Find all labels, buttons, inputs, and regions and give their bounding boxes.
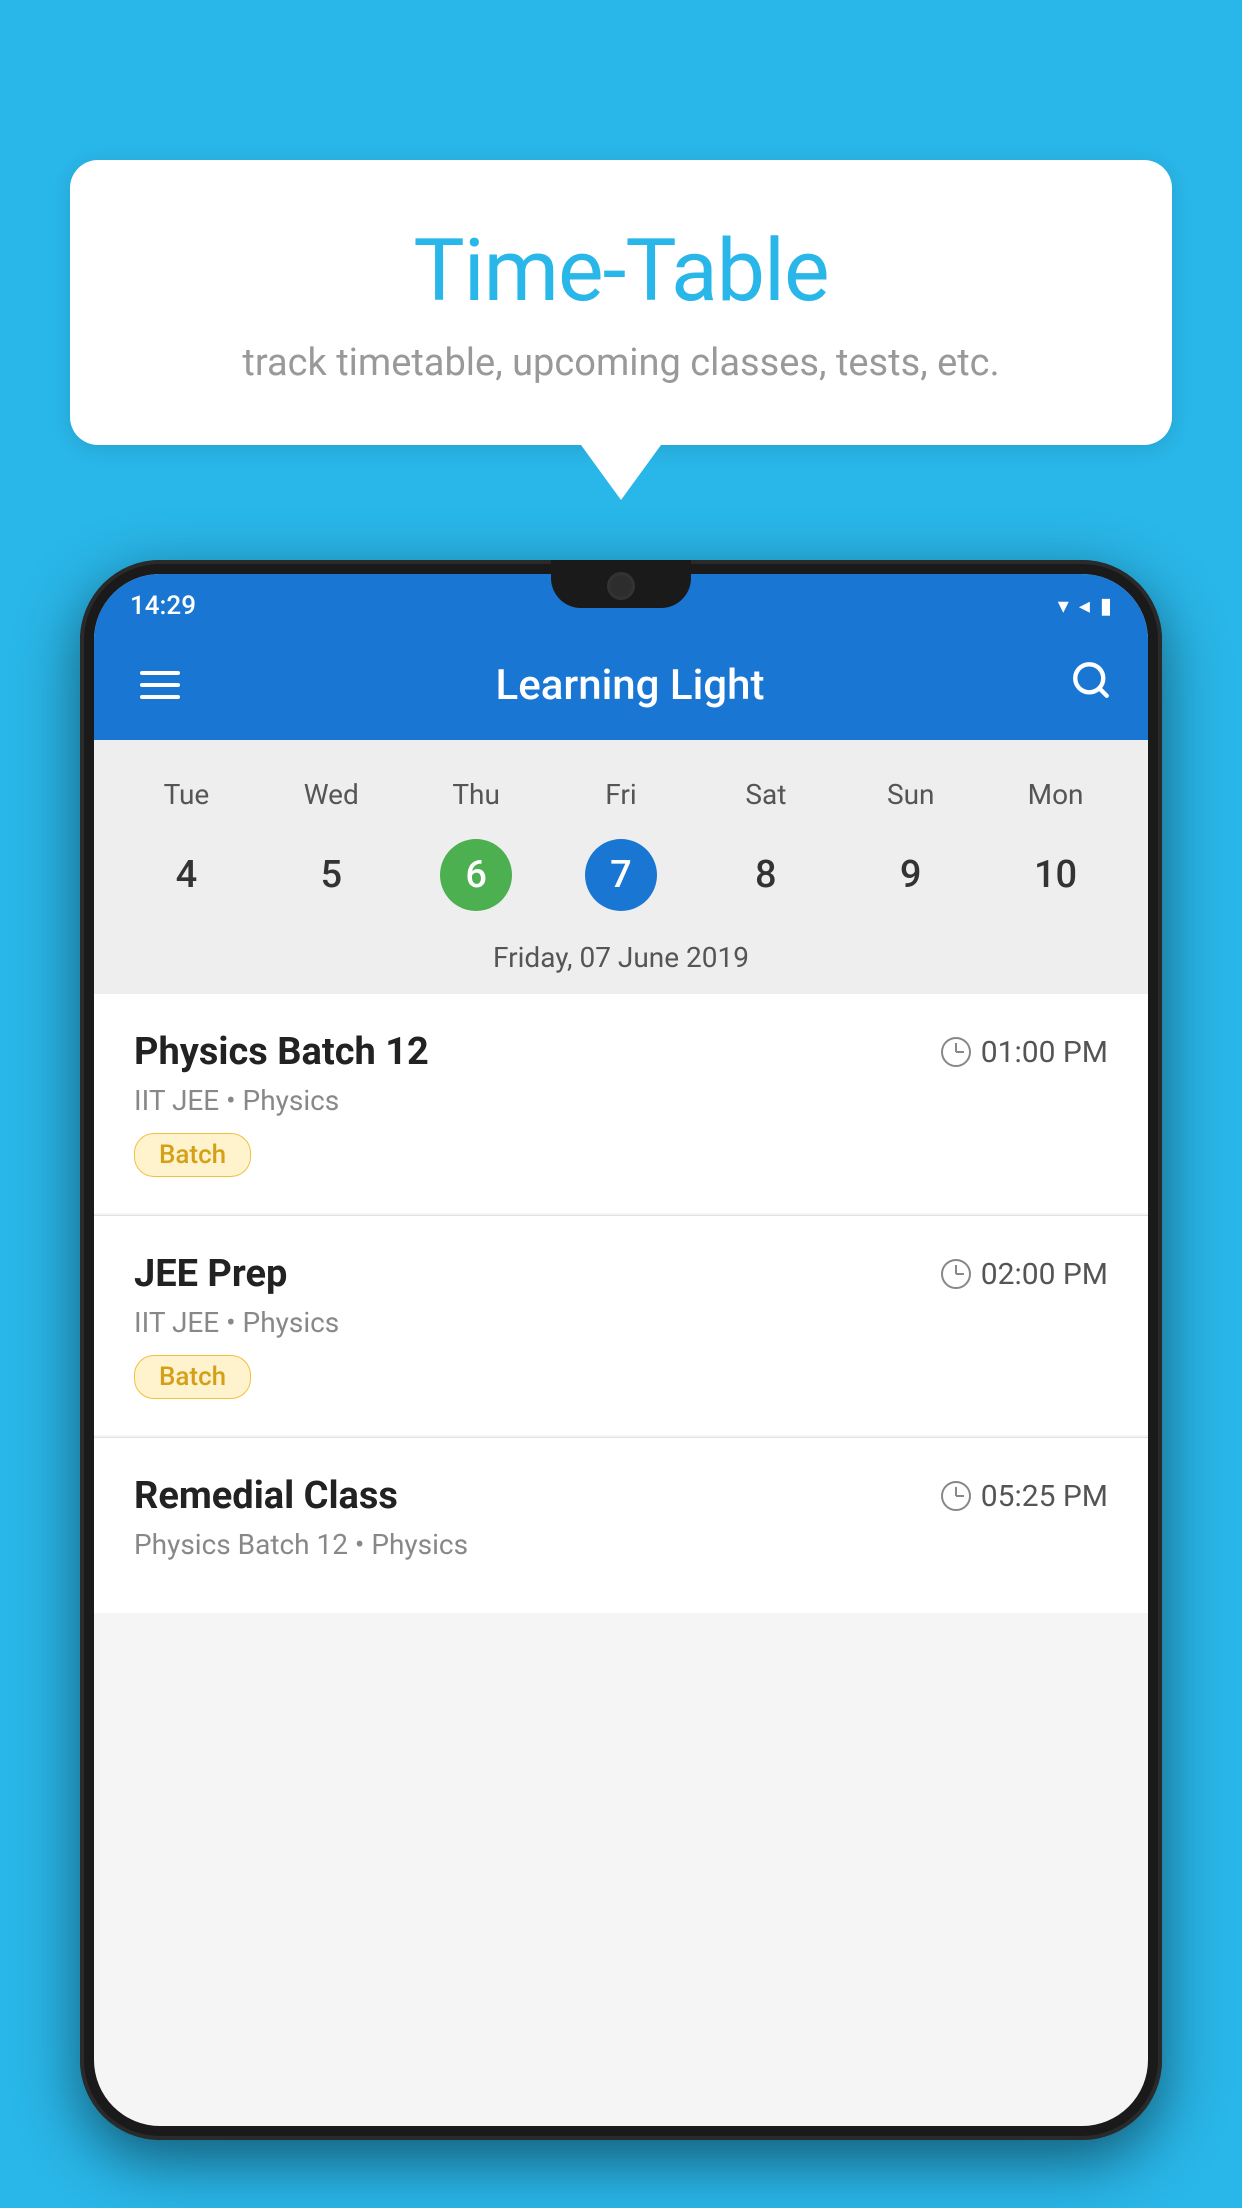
speech-bubble-arrow xyxy=(581,445,661,500)
calendar-day-wed: Wed xyxy=(259,770,404,819)
calendar-date-8[interactable]: 8 xyxy=(693,829,838,921)
schedule-item-3-subtitle: Physics Batch 12 • Physics xyxy=(134,1528,1108,1561)
calendar-date-7[interactable]: 7 xyxy=(549,829,694,921)
schedule-item-3-time: 05:25 PM xyxy=(941,1479,1108,1514)
calendar-date-number-5: 5 xyxy=(295,839,367,911)
calendar-day-thu: Thu xyxy=(404,770,549,819)
schedule-item-1-tag: Batch xyxy=(134,1133,251,1177)
schedule-item-1-time: 01:00 PM xyxy=(941,1035,1108,1070)
calendar-day-sat: Sat xyxy=(693,770,838,819)
search-button[interactable] xyxy=(1070,659,1112,712)
calendar-date-number-4: 4 xyxy=(150,839,222,911)
schedule-item-2-tag: Batch xyxy=(134,1355,251,1399)
phone-frame: 14:29 ▾ ◂ ▮ Learning Light xyxy=(80,560,1162,2140)
calendar-date-6[interactable]: 6 xyxy=(404,829,549,921)
calendar-date-9[interactable]: 9 xyxy=(838,829,983,921)
schedule-item-2-time: 02:00 PM xyxy=(941,1257,1108,1292)
calendar-days-header: Tue Wed Thu Fri Sat Sun Mon xyxy=(94,760,1148,829)
schedule-item-1-title: Physics Batch 12 xyxy=(134,1030,429,1074)
page-subtitle: track timetable, upcoming classes, tests… xyxy=(150,341,1092,385)
calendar-day-tue: Tue xyxy=(114,770,259,819)
phone-container: 14:29 ▾ ◂ ▮ Learning Light xyxy=(80,560,1162,2140)
calendar-date-number-10: 10 xyxy=(1020,839,1092,911)
clock-icon-2 xyxy=(941,1259,971,1289)
schedule-item-2-subtitle: IIT JEE • Physics xyxy=(134,1306,1108,1339)
calendar-dates: 4 5 6 7 8 9 xyxy=(94,829,1148,931)
menu-line-1 xyxy=(140,671,180,675)
phone-notch xyxy=(551,560,691,608)
calendar-date-number-6: 6 xyxy=(440,839,512,911)
calendar-date-5[interactable]: 5 xyxy=(259,829,404,921)
menu-button[interactable] xyxy=(130,661,190,709)
schedule-item-1-time-label: 01:00 PM xyxy=(981,1035,1108,1070)
calendar-date-4[interactable]: 4 xyxy=(114,829,259,921)
phone-screen: 14:29 ▾ ◂ ▮ Learning Light xyxy=(94,574,1148,2126)
app-bar: Learning Light xyxy=(94,630,1148,740)
clock-icon-1 xyxy=(941,1037,971,1067)
calendar-date-number-8: 8 xyxy=(730,839,802,911)
calendar-date-number-7: 7 xyxy=(585,839,657,911)
schedule-item-2-header: JEE Prep 02:00 PM xyxy=(134,1252,1108,1296)
schedule-item-3-title: Remedial Class xyxy=(134,1474,398,1518)
schedule-item-1-header: Physics Batch 12 01:00 PM xyxy=(134,1030,1108,1074)
calendar-day-sun: Sun xyxy=(838,770,983,819)
status-icons: ▾ ◂ ▮ xyxy=(1058,594,1112,619)
schedule-item-1[interactable]: Physics Batch 12 01:00 PM IIT JEE • Phys… xyxy=(94,994,1148,1213)
schedule-item-2-title: JEE Prep xyxy=(134,1252,287,1296)
calendar-day-mon: Mon xyxy=(983,770,1128,819)
speech-bubble: Time-Table track timetable, upcoming cla… xyxy=(70,160,1172,445)
selected-date-label: Friday, 07 June 2019 xyxy=(94,931,1148,994)
app-bar-title: Learning Light xyxy=(496,661,765,710)
schedule-item-3[interactable]: Remedial Class 05:25 PM Physics Batch 12… xyxy=(94,1438,1148,1613)
calendar-day-fri: Fri xyxy=(549,770,694,819)
clock-icon-3 xyxy=(941,1481,971,1511)
page-title: Time-Table xyxy=(150,220,1092,321)
phone-camera xyxy=(607,572,635,600)
battery-icon: ▮ xyxy=(1100,594,1112,619)
schedule-item-1-subtitle: IIT JEE • Physics xyxy=(134,1084,1108,1117)
schedule-item-2-time-label: 02:00 PM xyxy=(981,1257,1108,1292)
schedule-item-2[interactable]: JEE Prep 02:00 PM IIT JEE • Physics Batc… xyxy=(94,1216,1148,1435)
schedule-item-3-time-label: 05:25 PM xyxy=(981,1479,1108,1514)
menu-line-3 xyxy=(140,695,180,699)
status-time: 14:29 xyxy=(130,591,196,621)
signal-icon: ◂ xyxy=(1079,594,1090,619)
wifi-icon: ▾ xyxy=(1058,594,1069,619)
schedule-item-3-header: Remedial Class 05:25 PM xyxy=(134,1474,1108,1518)
calendar-date-10[interactable]: 10 xyxy=(983,829,1128,921)
calendar-date-number-9: 9 xyxy=(875,839,947,911)
schedule-list: Physics Batch 12 01:00 PM IIT JEE • Phys… xyxy=(94,994,1148,1615)
calendar-section: Tue Wed Thu Fri Sat Sun Mon 4 5 xyxy=(94,740,1148,994)
speech-bubble-container: Time-Table track timetable, upcoming cla… xyxy=(70,160,1172,500)
menu-line-2 xyxy=(140,683,180,687)
